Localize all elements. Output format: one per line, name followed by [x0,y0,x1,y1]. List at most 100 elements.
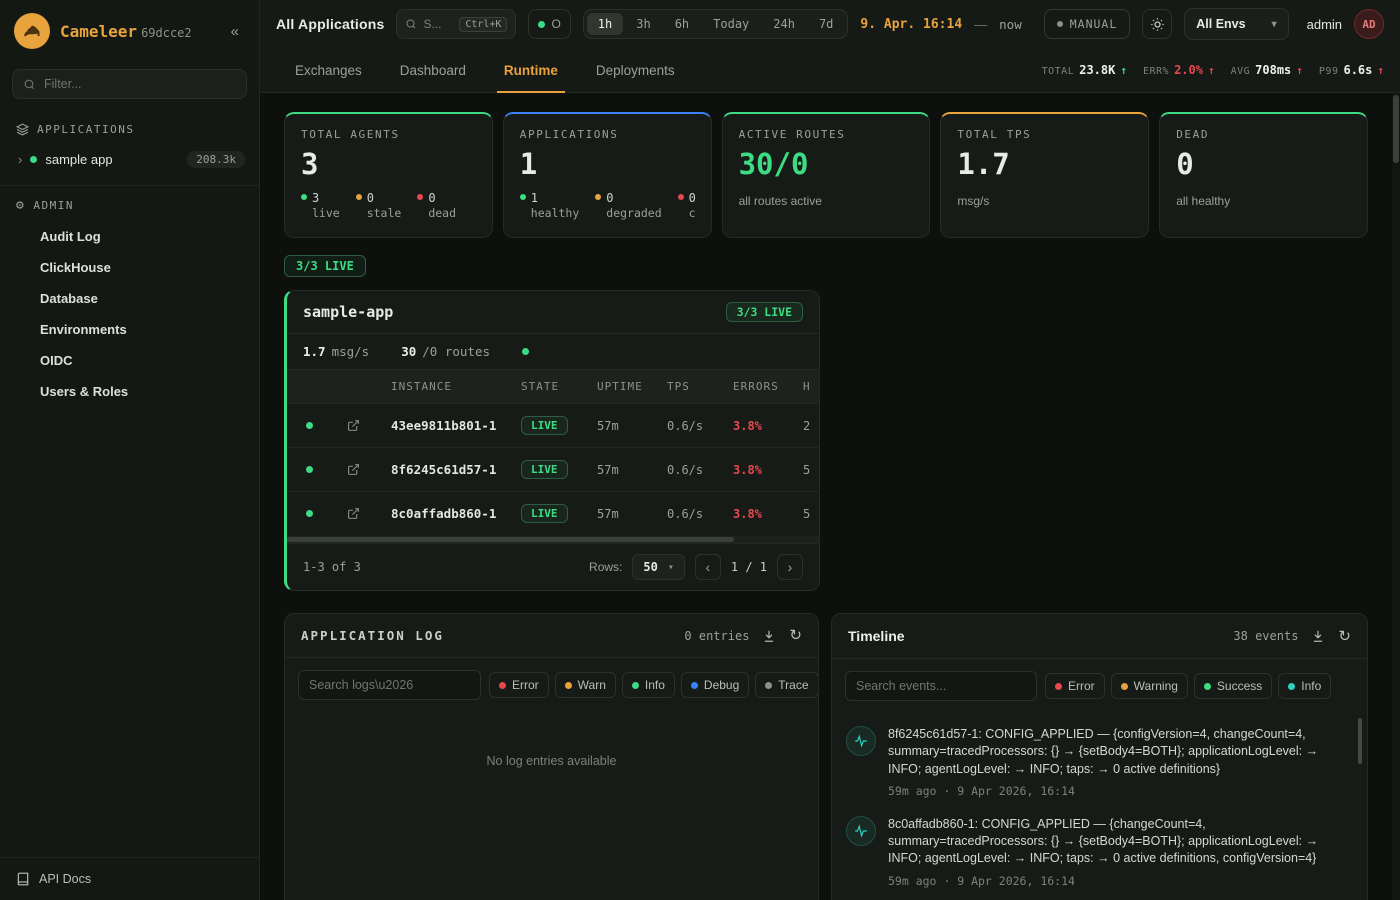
log-search-input[interactable] [298,670,481,700]
event-item[interactable]: 43ee9811b801-1: CONFIG_APPLIED — {change… [846,897,1349,900]
external-link-icon[interactable] [331,463,375,476]
live-summary-badge: 3/3 LIVE [284,255,366,277]
sidebar-item-sample-app[interactable]: › sample app 208.3k [0,144,259,175]
chevron-right-icon[interactable]: › [18,152,22,167]
refresh-icon[interactable]: ↻ [789,628,802,643]
card-title: TOTAL TPS [957,128,1132,141]
table-row[interactable]: 8f6245c61d57-1 LIVE 57m 0.6/s 3.8% 5 [287,447,819,491]
external-link-icon[interactable] [331,507,375,520]
uptime-value: 57m [581,507,651,521]
filter-chip-info[interactable]: Info [1278,673,1331,699]
prev-page-button[interactable]: ‹ [695,554,721,580]
sidebar-item-database[interactable]: Database [0,283,259,314]
online-toggle[interactable]: O [528,9,570,39]
heap-value: 2 [787,419,820,433]
range-1h[interactable]: 1h [587,13,623,35]
download-icon[interactable] [1311,629,1325,643]
range-3h[interactable]: 3h [625,13,661,35]
col-tps: TPS [651,380,717,393]
tps-value: 0.6/s [651,463,717,477]
sun-icon [1150,17,1165,32]
tab-dashboard[interactable]: Dashboard [381,48,485,92]
api-docs-link[interactable]: API Docs [0,857,259,900]
stat-healthy: 1healthy [520,190,579,220]
scrollbar-thumb[interactable] [287,537,734,542]
card-title: DEAD [1176,128,1351,141]
scrollbar-thumb[interactable] [1393,95,1399,163]
global-search-input[interactable] [423,17,449,31]
range-start-datetime[interactable]: 9. Apr. 16:14 [860,17,962,32]
search-icon [405,18,417,30]
tps-unit: msg/s [332,344,370,359]
metric-value: 6.6s [1343,63,1372,77]
events-search-input[interactable] [845,671,1037,701]
tab-bar: Exchanges Dashboard Runtime Deployments … [260,48,1400,93]
filter-chip-info[interactable]: Info [622,672,675,698]
range-7d[interactable]: 7d [808,13,844,35]
range-today[interactable]: Today [702,13,760,35]
global-search[interactable]: Ctrl+K [396,9,516,39]
tab-deployments[interactable]: Deployments [577,48,694,92]
uptime-value: 57m [581,463,651,477]
chevron-down-icon: ▾ [1272,19,1277,30]
status-dot [595,194,601,200]
sidebar-item-environments[interactable]: Environments [0,314,259,345]
sidebar-item-oidc[interactable]: OIDC [0,345,259,376]
sidebar-item-clickhouse[interactable]: ClickHouse [0,252,259,283]
state-badge: LIVE [521,416,568,435]
status-dot [417,194,423,200]
refresh-icon[interactable]: ↻ [1338,629,1351,644]
sidebar-filter[interactable] [12,69,247,99]
app-card-title[interactable]: sample-app [303,303,393,321]
level-dot [1121,683,1128,690]
table-row[interactable]: 43ee9811b801-1 LIVE 57m 0.6/s 3.8% 2 [287,403,819,447]
tps-value: 0.6/s [651,507,717,521]
env-select[interactable]: All Envs ▾ [1184,8,1288,40]
card-subtitle: all healthy [1176,194,1351,208]
metric-avg: AVG 708ms ↑ [1231,63,1303,77]
event-item[interactable]: 8f6245c61d57-1: CONFIG_APPLIED — {config… [846,717,1349,807]
event-item[interactable]: 8c0affadb860-1: CONFIG_APPLIED — {change… [846,807,1349,897]
avatar[interactable]: AD [1354,9,1384,39]
manual-refresh-button[interactable]: MANUAL [1044,9,1131,39]
card-title: APPLICATIONS [520,128,695,141]
page-scrollbar[interactable] [1392,93,1400,900]
status-dot [306,466,313,473]
horizontal-scrollbar[interactable] [287,536,819,543]
heap-value: 5 [787,507,820,521]
download-icon[interactable] [762,629,776,643]
layers-icon [16,123,29,136]
table-row[interactable]: 8c0affadb860-1 LIVE 57m 0.6/s 3.8% 5 [287,491,819,535]
next-page-button[interactable]: › [777,554,803,580]
stat-live: 3live [301,190,340,220]
filter-chip-trace[interactable]: Trace [755,672,818,698]
routes-label: /0 routes [422,344,490,359]
filter-chip-error[interactable]: Error [1045,673,1105,699]
applications-section-label: APPLICATIONS [37,123,134,136]
rows-per-page-label: Rows: [589,560,622,574]
tab-runtime[interactable]: Runtime [485,48,577,92]
filter-chip-warning[interactable]: Warning [1111,673,1188,699]
sidebar-item-audit-log[interactable]: Audit Log [0,221,259,252]
range-end-now[interactable]: now [999,17,1022,32]
sidebar-collapse-icon[interactable]: « [225,21,245,42]
rows-per-page-select[interactable]: 50 ▾ [632,554,684,580]
filter-chip-warn[interactable]: Warn [555,672,616,698]
range-6h[interactable]: 6h [664,13,700,35]
sidebar-item-users-roles[interactable]: Users & Roles [0,376,259,407]
level-dot [691,682,698,689]
filter-chip-error[interactable]: Error [489,672,549,698]
filter-chip-debug[interactable]: Debug [681,672,749,698]
external-link-icon[interactable] [331,419,375,432]
tps-value: 1.7 [303,344,326,359]
level-dot [632,682,639,689]
timeline-scrollbar[interactable] [1358,718,1362,764]
tab-exchanges[interactable]: Exchanges [276,48,381,92]
card-value: 30/0 [739,147,914,181]
theme-toggle-button[interactable] [1142,9,1172,39]
level-dot [565,682,572,689]
range-24h[interactable]: 24h [762,13,806,35]
sidebar-filter-input[interactable] [44,77,236,91]
filter-chip-success[interactable]: Success [1194,673,1272,699]
status-dot [306,422,313,429]
